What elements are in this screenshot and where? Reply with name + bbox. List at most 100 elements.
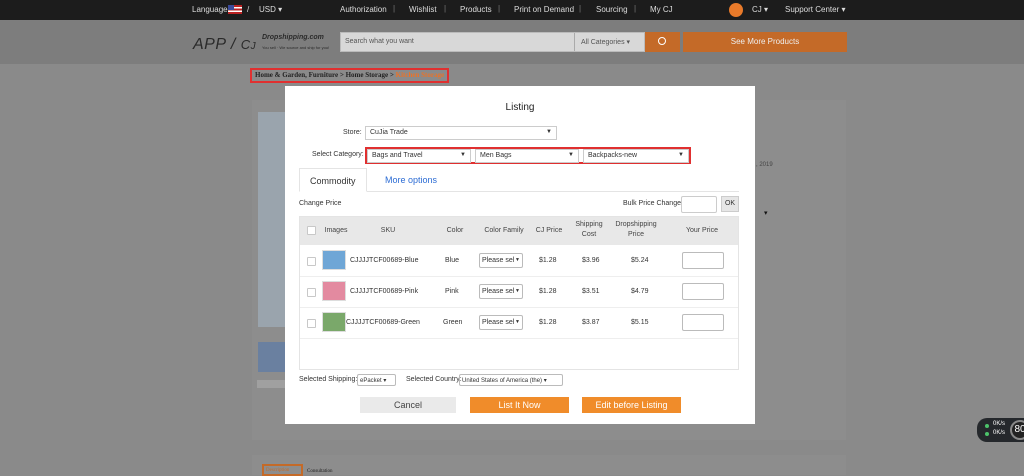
cj-price-cell: $1.28 bbox=[539, 288, 557, 295]
color-family-select[interactable]: Please sele ▼ bbox=[479, 315, 523, 330]
nav-products[interactable]: Products bbox=[460, 5, 492, 14]
sku-cell: CJJJJTCF00689-Green bbox=[346, 319, 420, 326]
search-input[interactable]: Search what you want All Categories ▾ bbox=[340, 32, 645, 52]
download-speed: 0K/s bbox=[993, 430, 1006, 436]
edit-before-listing-button[interactable]: Edit before Listing bbox=[582, 397, 681, 413]
category-select-level2[interactable]: Men Bags ▼ bbox=[475, 149, 579, 163]
store-label: Store: bbox=[343, 129, 362, 136]
table-row: CJJJJTCF00689-Pink Pink Please sele ▼ $1.… bbox=[300, 277, 738, 308]
download-icon bbox=[985, 432, 989, 436]
logo-brand: Dropshipping.com bbox=[262, 34, 324, 41]
list-it-now-button[interactable]: List It Now bbox=[470, 397, 569, 413]
your-price-input[interactable] bbox=[682, 314, 724, 331]
store-select[interactable]: CuJia Trade ▼ bbox=[365, 126, 557, 140]
thumbnail-scroll[interactable] bbox=[257, 380, 287, 388]
col-images: Images bbox=[324, 227, 348, 234]
tab-more-options[interactable]: More options bbox=[375, 168, 447, 192]
col-dropshipping-price: Dropshipping Price bbox=[615, 221, 657, 238]
variant-image bbox=[322, 312, 346, 332]
category-select-level3[interactable]: Backpacks-new ▼ bbox=[583, 149, 689, 163]
modal-title: Listing bbox=[505, 102, 535, 113]
variant-image bbox=[322, 250, 346, 270]
cj-price-cell: $1.28 bbox=[539, 257, 557, 264]
search-button[interactable] bbox=[645, 32, 680, 52]
category-select[interactable]: All Categories ▾ bbox=[574, 33, 646, 51]
bulk-price-input[interactable] bbox=[681, 196, 717, 213]
category-select-level1[interactable]: Bags and Travel ▼ bbox=[367, 149, 471, 163]
col-cj-price: CJ Price bbox=[535, 227, 563, 234]
col-your-price: Your Price bbox=[685, 227, 719, 234]
cancel-button[interactable]: Cancel bbox=[360, 397, 456, 413]
flag-us-icon[interactable] bbox=[228, 5, 242, 15]
col-shipping-cost: Shipping Cost bbox=[575, 221, 603, 238]
modal-tabs: Commodity More options bbox=[299, 168, 739, 192]
color-cell: Pink bbox=[445, 288, 459, 295]
color-cell: Blue bbox=[445, 257, 460, 264]
row-checkbox[interactable] bbox=[307, 257, 316, 266]
search-icon bbox=[658, 37, 666, 45]
nav-sourcing[interactable]: Sourcing bbox=[596, 5, 628, 14]
product-image bbox=[258, 112, 288, 327]
upload-icon bbox=[985, 424, 989, 428]
language-label[interactable]: Language bbox=[192, 5, 228, 14]
currency-select[interactable]: USD ▾ bbox=[259, 5, 282, 14]
usage-percent: 80 bbox=[1010, 420, 1024, 440]
table-row: CJJJJTCF00689-Green Green Please sele ▼ $… bbox=[300, 308, 738, 339]
tab-description[interactable]: Description bbox=[262, 464, 303, 476]
nav-print-on-demand[interactable]: Print on Demand bbox=[514, 5, 574, 14]
variant-image bbox=[322, 281, 346, 301]
col-sku: SKU bbox=[380, 227, 396, 234]
nav-authorization[interactable]: Authorization bbox=[340, 5, 387, 14]
your-price-input[interactable] bbox=[682, 283, 724, 300]
row-checkbox[interactable] bbox=[307, 288, 316, 297]
shipping-cell: $3.51 bbox=[582, 288, 600, 295]
ok-button[interactable]: OK bbox=[721, 196, 739, 212]
breadcrumb: Home & Garden, Furniture > Home Storage … bbox=[250, 68, 450, 83]
shipping-cell: $3.96 bbox=[582, 257, 600, 264]
shipping-cell: $3.87 bbox=[582, 319, 600, 326]
logo-app[interactable]: APP / CJ bbox=[193, 36, 256, 54]
select-all-checkbox[interactable] bbox=[307, 226, 316, 235]
row-checkbox[interactable] bbox=[307, 319, 316, 328]
network-speed-widget[interactable]: 0K/s 0K/s 80 bbox=[977, 418, 1024, 442]
drop-price-cell: $4.79 bbox=[631, 288, 649, 295]
category-label: Select Category: bbox=[312, 151, 364, 158]
support-center-menu[interactable]: Support Center ▾ bbox=[785, 5, 846, 14]
date-fragment: , 2019 bbox=[756, 162, 773, 168]
tabs-bar bbox=[252, 455, 846, 475]
your-price-input[interactable] bbox=[682, 252, 724, 269]
nav-my-cj[interactable]: My CJ bbox=[650, 5, 673, 14]
chevron-down-icon[interactable]: ▾ bbox=[764, 209, 768, 217]
product-thumbnail[interactable] bbox=[258, 342, 286, 372]
tab-consultation[interactable]: Consultation bbox=[307, 469, 333, 474]
logo-tagline: You sell · We source and ship for you! bbox=[262, 45, 330, 50]
drop-price-cell: $5.15 bbox=[631, 319, 649, 326]
upload-speed: 0K/s bbox=[993, 421, 1006, 427]
sku-cell: CJJJJTCF00689-Blue bbox=[350, 257, 419, 264]
shipping-select[interactable]: ePacket ▾ bbox=[357, 374, 396, 386]
country-label: Selected Country: bbox=[406, 376, 462, 383]
bulk-price-change-label: Bulk Price Change bbox=[623, 200, 681, 207]
cj-price-cell: $1.28 bbox=[539, 319, 557, 326]
user-avatar[interactable] bbox=[729, 3, 743, 17]
country-select[interactable]: United States of America (the) ▾ bbox=[459, 374, 563, 386]
nav-wishlist[interactable]: Wishlist bbox=[409, 5, 437, 14]
tab-commodity[interactable]: Commodity bbox=[299, 168, 367, 192]
col-color-family: Color Family bbox=[484, 227, 524, 234]
slash-separator: / bbox=[247, 5, 250, 14]
color-family-select[interactable]: Please sele ▼ bbox=[479, 253, 523, 268]
table-row: CJJJJTCF00689-Blue Blue Please sele ▼ $1.… bbox=[300, 246, 738, 277]
drop-price-cell: $5.24 bbox=[631, 257, 649, 264]
table-header: Images SKU Color Color Family CJ Price S… bbox=[300, 217, 738, 245]
sku-cell: CJJJJTCF00689-Pink bbox=[350, 288, 419, 295]
breadcrumb-current[interactable]: Kitchen Storage bbox=[396, 71, 444, 79]
see-more-products-button[interactable]: See More Products bbox=[683, 32, 847, 52]
variants-table: Images SKU Color Color Family CJ Price S… bbox=[299, 216, 739, 370]
user-menu[interactable]: CJ ▾ bbox=[752, 5, 768, 14]
color-family-select[interactable]: Please sele ▼ bbox=[479, 284, 523, 299]
shipping-label: Selected Shipping: bbox=[299, 376, 358, 383]
listing-modal: Listing Store: CuJia Trade ▼ Select Categ… bbox=[285, 86, 755, 424]
change-price-label: Change Price bbox=[299, 200, 342, 207]
col-color: Color bbox=[446, 227, 464, 234]
color-cell: Green bbox=[443, 319, 463, 326]
